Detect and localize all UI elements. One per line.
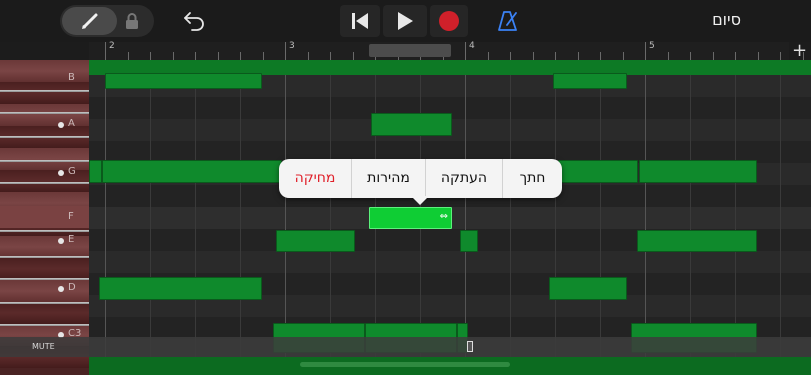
- record-icon: [439, 11, 459, 31]
- note[interactable]: [371, 113, 452, 136]
- add-bars-button[interactable]: +: [792, 40, 807, 61]
- key-label-b: B: [68, 72, 75, 83]
- ruler-bar-number: 5: [649, 41, 655, 51]
- menu-pointer: [411, 196, 429, 205]
- play-button[interactable]: [383, 5, 427, 37]
- resize-handle-icon[interactable]: ⇔: [440, 211, 448, 222]
- note[interactable]: [558, 160, 638, 183]
- fretboard-keys[interactable]: B A G F E D C3: [0, 60, 89, 375]
- ruler-tick: [712, 52, 714, 60]
- velocity-handle[interactable]: [467, 341, 473, 352]
- note[interactable]: [460, 230, 478, 252]
- selected-note[interactable]: ⇔: [369, 207, 452, 229]
- key-label-e: E: [68, 234, 75, 245]
- undo-button[interactable]: [182, 10, 206, 36]
- ruler-tick: [555, 52, 556, 60]
- go-to-start-button[interactable]: [340, 5, 380, 37]
- menu-velocity[interactable]: מהירות: [352, 159, 425, 198]
- ruler-tick: [240, 52, 241, 60]
- ruler-tick: [352, 52, 354, 60]
- done-button[interactable]: סיום: [712, 10, 741, 29]
- key-row-highlight: [0, 206, 89, 228]
- note[interactable]: [99, 277, 262, 300]
- ruler-bar-number: 4: [469, 41, 475, 51]
- ruler-bar-number: 3: [289, 41, 295, 51]
- ruler-tick: [105, 42, 106, 60]
- ruler-tick: [577, 52, 579, 60]
- ruler-tick: [195, 52, 196, 60]
- pencil-button[interactable]: [62, 7, 117, 35]
- ruler-tick: [690, 52, 691, 60]
- ruler-tick: [465, 42, 466, 60]
- ruler-tick: [645, 42, 646, 60]
- play-icon: [398, 12, 413, 30]
- context-menu: חתך העתקה מהירות מחיקה: [279, 159, 562, 198]
- key-marker-dot: [58, 170, 64, 176]
- note[interactable]: [549, 277, 627, 300]
- mute-button[interactable]: MUTE: [32, 342, 55, 351]
- menu-cut[interactable]: חתך: [503, 159, 562, 198]
- menu-delete[interactable]: מחיקה: [279, 159, 351, 198]
- note[interactable]: [276, 230, 355, 252]
- ruler-tick: [780, 52, 781, 60]
- key-marker-dot: [58, 238, 64, 244]
- ruler-tick: [600, 52, 601, 60]
- ruler-bar-number: 2: [109, 41, 115, 51]
- ruler-tick: [262, 52, 264, 60]
- horizontal-scrollbar[interactable]: [300, 362, 510, 367]
- undo-icon: [184, 12, 204, 31]
- ruler-tick: [510, 52, 511, 60]
- ruler-tick: [307, 52, 309, 60]
- menu-copy[interactable]: העתקה: [426, 159, 502, 198]
- ruler-tick: [735, 52, 736, 60]
- lock-icon: [126, 13, 138, 29]
- key-label-d: D: [68, 282, 76, 293]
- record-button[interactable]: [430, 5, 468, 37]
- ruler-tick: [757, 52, 759, 60]
- key-label-g: G: [68, 166, 76, 177]
- ruler-tick: [330, 52, 331, 60]
- key-label-f: F: [68, 211, 74, 222]
- ruler-tick: [532, 52, 534, 60]
- note[interactable]: [102, 160, 282, 183]
- ruler-tick: [127, 52, 129, 60]
- go-to-start-icon: [352, 13, 368, 29]
- key-marker-dot: [58, 286, 64, 292]
- ruler-tick: [667, 52, 669, 60]
- note[interactable]: [105, 73, 262, 89]
- ruler-tick: [150, 52, 151, 60]
- playhead-region[interactable]: [369, 44, 451, 57]
- ruler-tick: [622, 52, 624, 60]
- ruler-tick: [285, 42, 286, 60]
- note[interactable]: [89, 160, 102, 183]
- pencil-icon: [82, 13, 98, 29]
- ruler-tick: [487, 52, 489, 60]
- note[interactable]: [637, 230, 757, 252]
- ruler-tick: [172, 52, 174, 60]
- note[interactable]: [639, 160, 757, 183]
- ruler-tick: [217, 52, 219, 60]
- metronome-icon: [498, 11, 517, 31]
- key-label-a: A: [68, 118, 75, 129]
- mute-bar: [0, 337, 811, 357]
- lock-button[interactable]: [124, 12, 140, 34]
- metronome-button[interactable]: [496, 8, 520, 38]
- key-marker-dot: [58, 122, 64, 128]
- note[interactable]: [553, 73, 627, 89]
